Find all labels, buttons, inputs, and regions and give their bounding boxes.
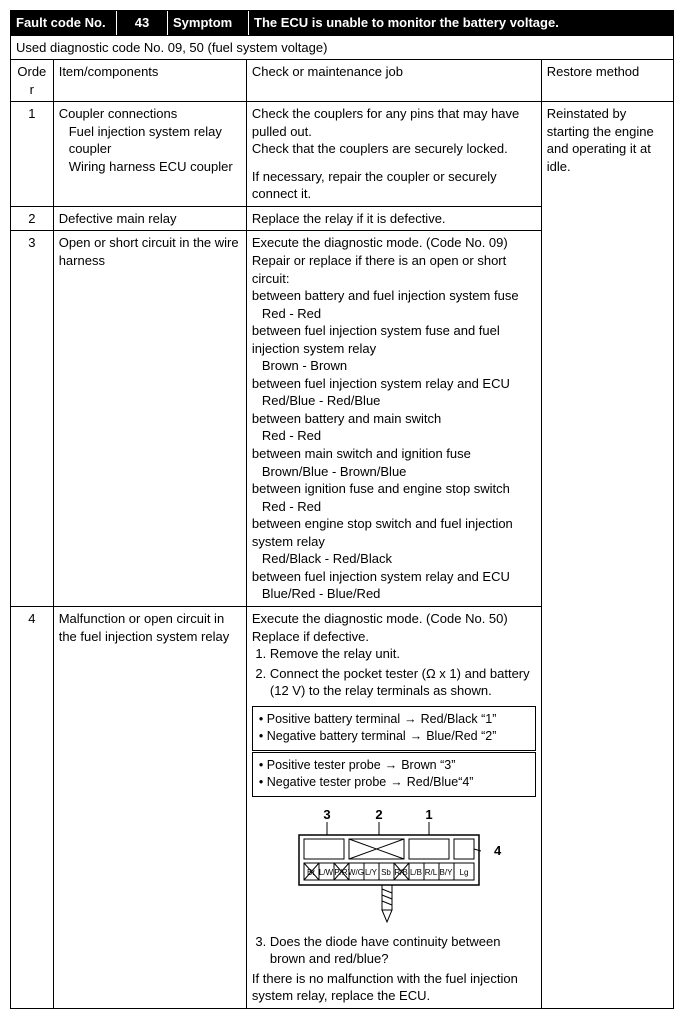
wire-line: between battery and main switch — [252, 410, 536, 428]
wire-line: between ignition fuse and engine stop sw… — [252, 480, 536, 498]
step-item: Remove the relay unit. — [270, 645, 536, 663]
header-row: Fault code No. 43 Symptom The ECU is una… — [11, 11, 674, 36]
check-text: If necessary, repair the coupler or secu… — [252, 168, 536, 203]
col-order: Order — [11, 60, 54, 102]
arrow-icon — [400, 712, 421, 726]
box-line-a: Negative battery terminal — [267, 729, 406, 743]
check-tail: If there is no malfunction with the fuel… — [252, 970, 536, 1005]
pin-label: Br — [307, 868, 315, 877]
connector-diagram: 3 2 1 4 — [252, 807, 536, 927]
fault-code-table-page: Fault code No. 43 Symptom The ECU is una… — [0, 0, 684, 1019]
box-line-b: Red/Black “1” — [421, 712, 497, 726]
check-intro: Execute the diagnostic mode. (Code No. 5… — [252, 610, 536, 645]
col-restore: Restore method — [541, 60, 673, 102]
pin-number: 1 — [425, 807, 432, 822]
restore-cell: Reinstated by starting the engine and op… — [541, 102, 673, 1009]
col-item: Item/components — [53, 60, 246, 102]
fault-code-label: Fault code No. — [11, 11, 117, 35]
item-cell: Malfunction or open circuit in the fuel … — [53, 606, 246, 1008]
box-line-b: Brown “3” — [401, 758, 455, 772]
step-item: Does the diode have continuity between b… — [270, 933, 536, 968]
pin-label: B/Y — [439, 868, 453, 877]
diagnostic-note-row: Used diagnostic code No. 09, 50 (fuel sy… — [11, 35, 674, 60]
pin-label: L/B — [410, 868, 422, 877]
pin-label: Lg — [459, 868, 468, 877]
pin-label: R/L — [425, 868, 438, 877]
probe-box: • Positive tester probeBrown “3” • Negat… — [252, 752, 536, 797]
arrow-icon — [406, 729, 427, 743]
pin-number: 4 — [494, 843, 502, 858]
item-cell: Defective main relay — [53, 206, 246, 231]
box-line-a: Positive battery terminal — [267, 712, 400, 726]
wire-line: between fuel injection system fuse and f… — [252, 322, 536, 357]
pin-label: R/B — [394, 868, 407, 877]
box-line-a: Positive tester probe — [267, 758, 381, 772]
wire-color: Red - Red — [252, 305, 536, 323]
arrow-icon — [386, 775, 407, 789]
item-line: Fuel injection system relay coupler — [59, 123, 241, 158]
step-item: Connect the pocket tester (Ω x 1) and ba… — [270, 665, 536, 700]
box-line-b: Blue/Red “2” — [426, 729, 496, 743]
wire-line: between engine stop switch and fuel inje… — [252, 515, 536, 550]
check-text: Check that the couplers are securely loc… — [252, 140, 536, 158]
wire-color: Red - Red — [252, 498, 536, 516]
arrow-icon — [381, 758, 402, 772]
fault-code-table: Fault code No. 43 Symptom The ECU is una… — [10, 10, 674, 1009]
wire-line: between fuel injection system relay and … — [252, 375, 536, 393]
fault-code-value: 43 — [117, 11, 168, 35]
wire-line: between battery and fuel injection syste… — [252, 287, 536, 305]
wire-color: Red/Black - Red/Black — [252, 550, 536, 568]
pin-label: P/R — [334, 868, 348, 877]
check-cell: Check the couplers for any pins that may… — [246, 102, 541, 207]
terminal-box: • Positive battery terminalRed/Black “1”… — [252, 706, 536, 751]
wire-color: Red - Red — [252, 427, 536, 445]
pin-label: W/G — [348, 868, 364, 877]
wire-line: between fuel injection system relay and … — [252, 568, 536, 586]
item-cell: Coupler connections Fuel injection syste… — [53, 102, 246, 207]
item-title: Coupler connections — [59, 106, 178, 121]
wire-color: Blue/Red - Blue/Red — [252, 585, 536, 603]
pin-label: L/Y — [365, 868, 378, 877]
step-list: Does the diode have continuity between b… — [252, 933, 536, 968]
wire-color: Brown - Brown — [252, 357, 536, 375]
check-cell: Execute the diagnostic mode. (Code No. 5… — [246, 606, 541, 1008]
wire-line: between main switch and ignition fuse — [252, 445, 536, 463]
diagnostic-note: Used diagnostic code No. 09, 50 (fuel sy… — [11, 35, 674, 60]
column-header-row: Order Item/components Check or maintenan… — [11, 60, 674, 102]
wire-color: Red/Blue - Red/Blue — [252, 392, 536, 410]
col-check: Check or maintenance job — [246, 60, 541, 102]
order-cell: 4 — [11, 606, 54, 1008]
connector-svg: 3 2 1 4 — [279, 807, 509, 927]
step-list: Remove the relay unit. Connect the pocke… — [252, 645, 536, 700]
pin-number: 3 — [323, 807, 330, 822]
wire-color: Brown/Blue - Brown/Blue — [252, 463, 536, 481]
symptom-value: The ECU is unable to monitor the battery… — [249, 11, 674, 35]
symptom-label: Symptom — [168, 11, 249, 35]
table-row: 1 Coupler connections Fuel injection sys… — [11, 102, 674, 207]
spacer — [252, 158, 536, 168]
item-line: Wiring harness ECU coupler — [59, 158, 241, 176]
pin-label: Sb — [381, 868, 391, 877]
pin-number: 2 — [375, 807, 382, 822]
check-cell: Replace the relay if it is defective. — [246, 206, 541, 231]
order-cell: 3 — [11, 231, 54, 606]
pin-label: L/W — [319, 868, 334, 877]
box-line-b: Red/Blue“4” — [407, 775, 474, 789]
check-text: Check the couplers for any pins that may… — [252, 105, 536, 140]
box-line-a: Negative tester probe — [267, 775, 387, 789]
item-cell: Open or short circuit in the wire harnes… — [53, 231, 246, 606]
check-cell: Execute the diagnostic mode. (Code No. 0… — [246, 231, 541, 606]
order-cell: 1 — [11, 102, 54, 207]
check-intro: Execute the diagnostic mode. (Code No. 0… — [252, 234, 536, 287]
order-cell: 2 — [11, 206, 54, 231]
